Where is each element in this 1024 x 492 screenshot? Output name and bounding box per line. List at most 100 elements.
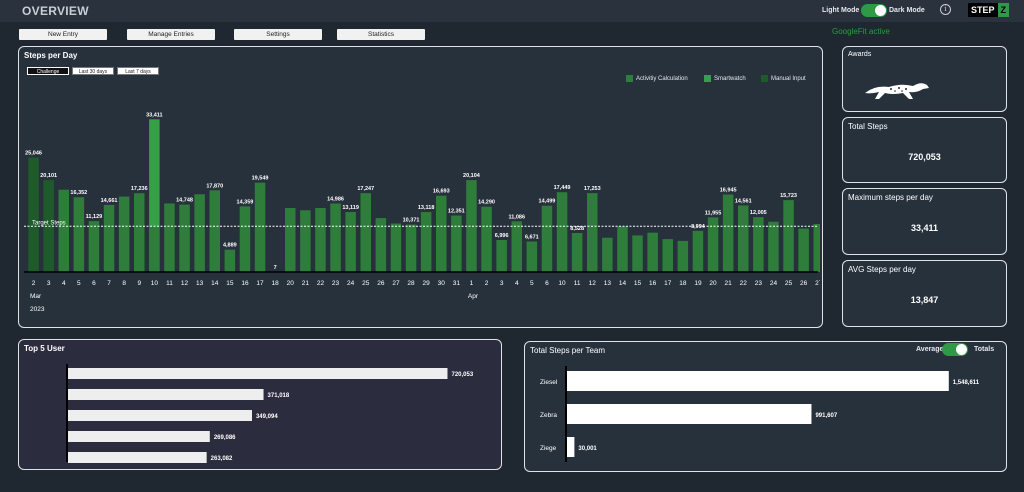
legend-swatch-smartwatch: [704, 75, 711, 82]
x-tick-label: 6: [92, 280, 96, 287]
steps-data-label: 17,253: [584, 186, 601, 192]
x-tick-label: 4: [62, 280, 66, 287]
steps-bar: [617, 226, 628, 272]
steps-data-label: 6,671: [525, 235, 539, 241]
steps-data-label: 17,449: [554, 185, 571, 191]
filter-challenge[interactable]: Challenge: [27, 67, 69, 75]
toggle-knob: [875, 5, 886, 16]
steps-bar-base-segment: [149, 226, 160, 272]
x-tick-label: 27: [815, 280, 820, 287]
steps-bar: [390, 223, 402, 272]
steps-bar: [632, 235, 643, 272]
steps-data-label: 15,723: [780, 193, 797, 199]
x-tick-label: 8: [122, 280, 126, 287]
steps-bar: [662, 239, 673, 272]
top5-bar: [68, 431, 210, 442]
legend-activity-label: Activitiy Calculation: [636, 75, 688, 82]
steps-bar: [768, 221, 779, 272]
team-bar: [567, 371, 949, 391]
steps-bar: [783, 200, 794, 272]
steps-bar: [254, 182, 266, 272]
x-tick-label: 11: [574, 280, 581, 287]
steps-bar: [496, 240, 507, 272]
info-icon[interactable]: i: [940, 4, 951, 15]
steps-data-label: 7: [274, 265, 277, 271]
steps-bar: [798, 228, 809, 272]
awards-title: Awards: [848, 51, 872, 58]
team-bar: [567, 437, 575, 457]
x-tick-label: 1: [470, 280, 474, 287]
x-tick-label: 18: [679, 280, 687, 287]
steps-bar: [209, 190, 220, 272]
filter-last-7-days[interactable]: Last 7 days: [117, 67, 159, 75]
target-steps-label: Target Steps: [32, 220, 66, 226]
steps-bar: [451, 215, 462, 272]
x-tick-label: 26: [800, 280, 808, 287]
theme-toggle[interactable]: [861, 4, 887, 17]
x-tick-label: 14: [211, 280, 219, 287]
x-tick-label: 2: [32, 280, 36, 287]
x-tick-label: 9: [137, 280, 141, 287]
steps-bar: [285, 208, 296, 272]
x-tick-label: 24: [347, 280, 355, 287]
month-label-apr: Apr: [468, 293, 479, 300]
x-tick-label: 12: [589, 280, 597, 287]
logo-text-step: STEP: [968, 3, 998, 17]
average-totals-toggle[interactable]: [942, 343, 968, 356]
statistics-button[interactable]: Statistics: [337, 29, 425, 40]
steps-bar: [300, 210, 311, 272]
legend-smartwatch-label: Smartwatch: [714, 75, 746, 82]
x-tick-label: 24: [770, 280, 778, 287]
x-tick-label: 31: [453, 280, 461, 287]
top5-bars-group: 720,053 371,018 349,094 269,086 263,082: [68, 368, 474, 463]
filter-last-30-days[interactable]: Last 30 days: [72, 67, 114, 75]
x-tick-label: 6: [545, 280, 549, 287]
steps-bar: [58, 189, 69, 272]
x-tick-label: 20: [287, 280, 295, 287]
steps-data-label: 8,528: [570, 226, 584, 232]
top5-value-label: 720,053: [451, 372, 473, 378]
steps-data-label: 14,290: [478, 200, 495, 206]
x-tick-label: 3: [47, 280, 51, 287]
steps-data-label: 10,371: [403, 218, 420, 224]
steps-bar: [330, 203, 341, 272]
legend-swatch-activity: [626, 75, 633, 82]
x-tick-label: 3: [500, 280, 504, 287]
steps-data-label: 16,352: [70, 190, 87, 196]
steps-bar: [813, 224, 820, 272]
steps-data-label: 14,499: [539, 199, 556, 205]
steps-bar: [360, 193, 371, 272]
top-5-user-chart: 720,053 371,018 349,094 269,086 263,082: [66, 364, 474, 463]
steps-data-label: 17,247: [357, 186, 374, 192]
steps-bar: [239, 206, 251, 272]
steps-data-label: 13,119: [342, 205, 359, 211]
steps-data-label: 11,129: [86, 214, 103, 220]
x-tick-label: 19: [694, 280, 702, 287]
legend-activity: Activitiy Calculation: [626, 75, 688, 82]
steps-bar: [436, 195, 447, 272]
settings-button[interactable]: Settings: [234, 29, 322, 40]
x-tick-label: 5: [530, 280, 534, 287]
steps-bar: [602, 237, 613, 272]
x-tick-label: 17: [664, 280, 672, 287]
steps-bar: [481, 206, 492, 272]
new-entry-button[interactable]: New Entry: [19, 29, 107, 40]
month-label-mar: Mar: [30, 293, 42, 300]
steps-bar: [88, 221, 100, 272]
x-tick-label: 12: [181, 280, 189, 287]
manage-entries-button[interactable]: Manage Entries: [127, 29, 215, 40]
steps-bar: [466, 180, 477, 272]
steps-data-label: 14,748: [176, 198, 193, 204]
avg-steps-value: 13,847: [910, 295, 939, 305]
avg-steps-card: AVG Steps per day 13,847: [842, 260, 1007, 327]
steps-data-label: 16,945: [720, 188, 737, 194]
steps-data-label: 20,101: [40, 173, 57, 179]
top5-value-label: 269,086: [214, 435, 236, 441]
x-tick-label: 21: [725, 280, 733, 287]
steps-data-label: 25,046: [25, 151, 42, 157]
dark-mode-label: Dark Mode: [889, 7, 925, 14]
top-5-user-title: Top 5 User: [24, 344, 65, 353]
team-value-label: 30,001: [578, 446, 597, 452]
steps-bar: [526, 241, 538, 272]
total-steps-card: Total Steps 720,053: [842, 117, 1007, 183]
